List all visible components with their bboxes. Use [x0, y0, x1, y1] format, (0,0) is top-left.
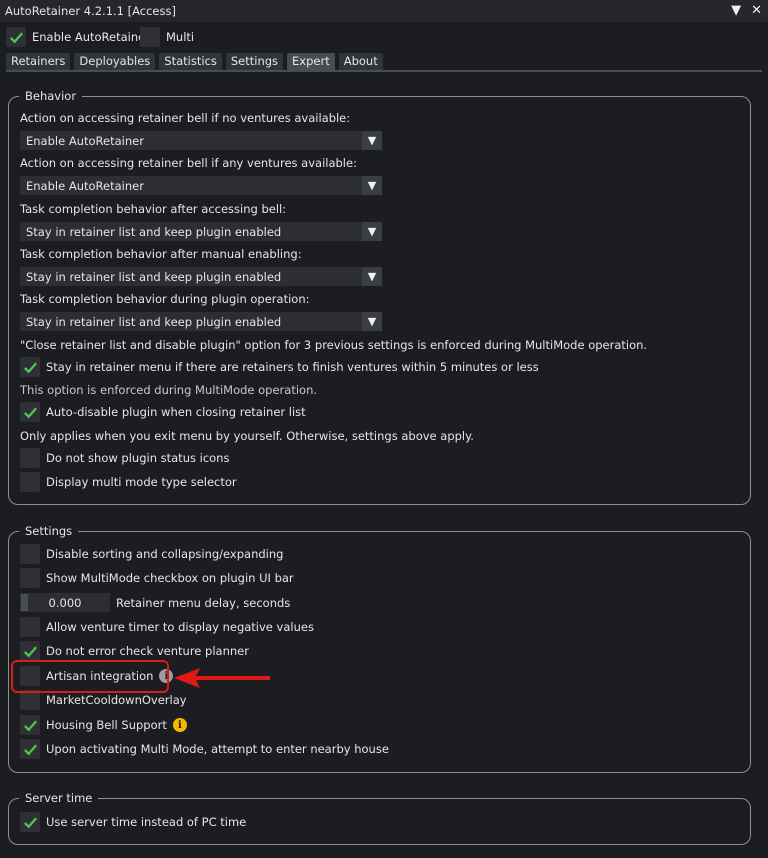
dropdown-arrow-icon[interactable]: ▼ — [362, 312, 382, 331]
tab-statistics[interactable]: Statistics — [159, 53, 222, 70]
server-time-label: Use server time instead of PC time — [46, 815, 247, 829]
enforced-note: This option is enforced during MultiMode… — [20, 383, 318, 397]
tab-retainers[interactable]: Retainers — [6, 53, 71, 70]
behavior-group-title: Behavior — [19, 89, 83, 103]
highlight-box — [11, 660, 169, 693]
after-bell-behavior-dropdown[interactable]: Stay in retainer list and keep plugin en… — [20, 222, 382, 241]
after-manual-behavior-dropdown[interactable]: Stay in retainer list and keep plugin en… — [20, 267, 382, 286]
stay-in-retainer-menu-checkbox[interactable] — [20, 357, 40, 377]
disable-sorting-label: Disable sorting and collapsing/expanding — [46, 547, 284, 561]
checkmark-icon — [9, 32, 23, 43]
multimode-enforced-note: "Close retainer list and disable plugin"… — [20, 338, 648, 352]
checkmark-icon — [23, 646, 37, 657]
checkmark-icon — [23, 407, 37, 418]
no-ventures-action-label: Action on accessing retainer bell if no … — [20, 111, 351, 125]
housing-bell-checkbox[interactable] — [20, 715, 40, 735]
multi-label: Multi — [166, 30, 195, 44]
auto-disable-checkbox[interactable] — [20, 402, 40, 422]
stay-in-retainer-menu-label: Stay in retainer menu if there are retai… — [46, 360, 539, 374]
any-ventures-action-label: Action on accessing retainer bell if any… — [20, 156, 357, 170]
dropdown-arrow-icon[interactable]: ▼ — [362, 267, 382, 286]
during-operation-behavior-label: Task completion behavior during plugin o… — [20, 292, 310, 306]
multimode-selector-label: Display multi mode type selector — [46, 475, 237, 489]
auto-disable-label: Auto-disable plugin when closing retaine… — [46, 405, 306, 419]
dropdown-value: Enable AutoRetainer — [26, 133, 144, 148]
dropdown-arrow-icon[interactable]: ▼ — [362, 176, 382, 195]
tab-deployables[interactable]: Deployables — [74, 53, 156, 70]
multimode-selector-checkbox[interactable] — [20, 472, 40, 492]
red-arrow-icon — [174, 668, 270, 688]
tab-about[interactable]: About — [338, 53, 383, 70]
dropdown-value: Enable AutoRetainer — [26, 178, 144, 193]
tab-expert[interactable]: Expert — [287, 53, 335, 70]
no-error-check-checkbox[interactable] — [20, 641, 40, 661]
tab-bar: Retainers Deployables Statistics Setting… — [6, 53, 383, 70]
during-operation-behavior-dropdown[interactable]: Stay in retainer list and keep plugin en… — [20, 312, 382, 331]
after-bell-behavior-label: Task completion behavior after accessing… — [20, 202, 287, 216]
close-icon[interactable]: ✕ — [751, 3, 762, 18]
disable-sorting-checkbox[interactable] — [20, 544, 40, 564]
checkmark-icon — [23, 817, 37, 828]
housing-bell-label: Housing Bell Support — [46, 718, 167, 732]
no-status-icons-checkbox[interactable] — [20, 448, 40, 468]
exit-menu-note: Only applies when you exit menu by yours… — [20, 429, 474, 443]
show-multimode-checkbox[interactable] — [20, 568, 40, 588]
no-error-check-label: Do not error check venture planner — [46, 644, 249, 658]
no-status-icons-label: Do not show plugin status icons — [46, 451, 230, 465]
retainer-menu-delay-input[interactable]: 0.000 — [20, 593, 110, 612]
tab-settings[interactable]: Settings — [225, 53, 284, 70]
enter-house-checkbox[interactable] — [20, 739, 40, 759]
server-time-group-title: Server time — [19, 791, 99, 805]
checkmark-icon — [23, 362, 37, 373]
collapse-icon[interactable]: ▼ — [731, 3, 741, 18]
enter-house-label: Upon activating Multi Mode, attempt to e… — [46, 742, 389, 756]
market-overlay-label: MarketCooldownOverlay — [46, 693, 187, 707]
after-manual-behavior-label: Task completion behavior after manual en… — [20, 247, 302, 261]
title-bar: AutoRetainer 4.2.1.1 [Access] ▼ ✕ — [0, 0, 768, 22]
settings-group-title: Settings — [19, 524, 79, 538]
enable-autoretainer-label: Enable AutoRetainer — [32, 30, 150, 44]
dropdown-value: Stay in retainer list and keep plugin en… — [26, 314, 282, 329]
any-ventures-action-dropdown[interactable]: Enable AutoRetainer ▼ — [20, 176, 382, 195]
retainer-menu-delay-label: Retainer menu delay, seconds — [116, 595, 291, 610]
checkmark-icon — [23, 720, 37, 731]
delay-value: 0.000 — [48, 595, 82, 610]
show-multimode-label: Show MultiMode checkbox on plugin UI bar — [46, 571, 294, 585]
negative-timer-label: Allow venture timer to display negative … — [46, 620, 314, 634]
enable-autoretainer-checkbox[interactable] — [6, 27, 26, 47]
window-title: AutoRetainer 4.2.1.1 [Access] — [5, 4, 176, 18]
checkmark-icon — [23, 744, 37, 755]
dropdown-value: Stay in retainer list and keep plugin en… — [26, 269, 282, 284]
drag-handle[interactable] — [21, 594, 28, 611]
server-time-checkbox[interactable] — [20, 812, 40, 832]
warning-info-icon[interactable]: i — [172, 718, 187, 732]
dropdown-arrow-icon[interactable]: ▼ — [362, 222, 382, 241]
no-ventures-action-dropdown[interactable]: Enable AutoRetainer ▼ — [20, 131, 382, 150]
tab-underline — [6, 70, 762, 72]
dropdown-arrow-icon[interactable]: ▼ — [362, 131, 382, 150]
multi-checkbox[interactable] — [140, 27, 160, 47]
market-overlay-checkbox[interactable] — [20, 690, 40, 710]
dropdown-value: Stay in retainer list and keep plugin en… — [26, 224, 282, 239]
negative-timer-checkbox[interactable] — [20, 617, 40, 637]
